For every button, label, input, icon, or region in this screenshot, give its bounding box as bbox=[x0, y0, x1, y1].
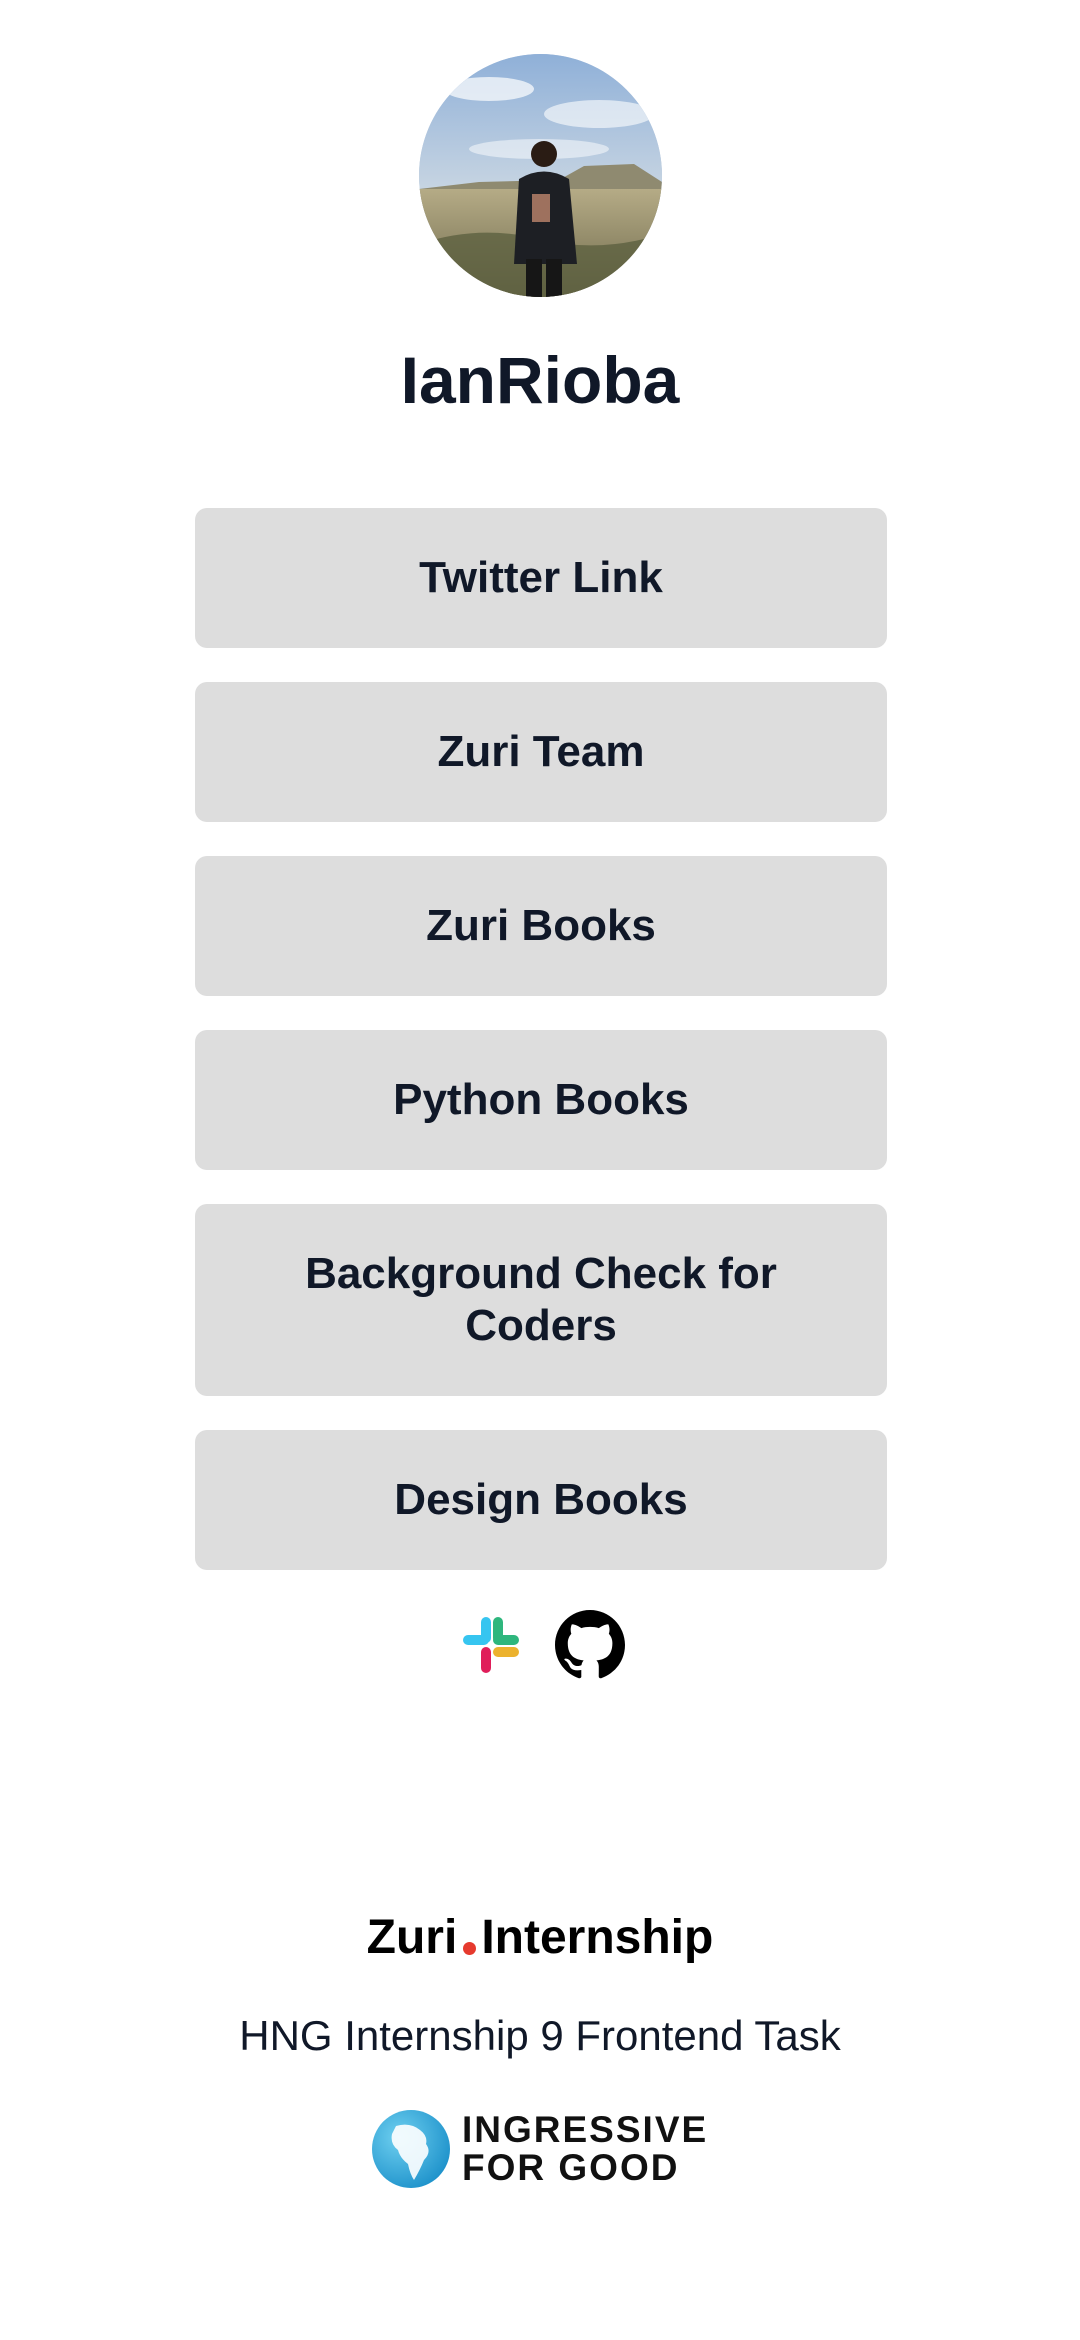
footer-text: HNG Internship 9 Frontend Task bbox=[239, 2012, 841, 2059]
python-books-button[interactable]: Python Books bbox=[195, 1030, 887, 1170]
slack-icon[interactable] bbox=[456, 1610, 526, 1680]
design-books-button[interactable]: Design Books bbox=[195, 1430, 887, 1570]
ingressive-for-good-logo: INGRESSIVE FOR GOOD bbox=[370, 2108, 720, 2190]
ingressive-brand-text: INGRESSIVE FOR GOOD bbox=[462, 2111, 708, 2187]
ingressive-line1: INGRESSIVE bbox=[462, 2109, 709, 2150]
profile-avatar bbox=[419, 54, 662, 297]
github-icon[interactable] bbox=[555, 1610, 625, 1680]
zuri-books-button[interactable]: Zuri Books bbox=[195, 856, 887, 996]
links-list: Twitter Link Zuri Team Zuri Books Python… bbox=[195, 508, 887, 1604]
logo-zuri: Zuri bbox=[366, 1911, 458, 1964]
ingressive-line2: FOR GOOD bbox=[462, 2147, 680, 2188]
social-links bbox=[0, 1610, 1080, 1680]
logo-dot-icon bbox=[463, 1942, 477, 1955]
background-check-button[interactable]: Background Check for Coders bbox=[195, 1204, 887, 1396]
profile-photo-icon bbox=[419, 54, 662, 297]
logo-internship: Internship bbox=[481, 1911, 714, 1964]
twitter-link-button[interactable]: Twitter Link bbox=[195, 508, 887, 648]
zuri-internship-logo: Zuri Internship bbox=[0, 1908, 1080, 1968]
profile-name: IanRioba bbox=[400, 343, 680, 417]
globe-icon bbox=[372, 2110, 450, 2188]
zuri-team-button[interactable]: Zuri Team bbox=[195, 682, 887, 822]
